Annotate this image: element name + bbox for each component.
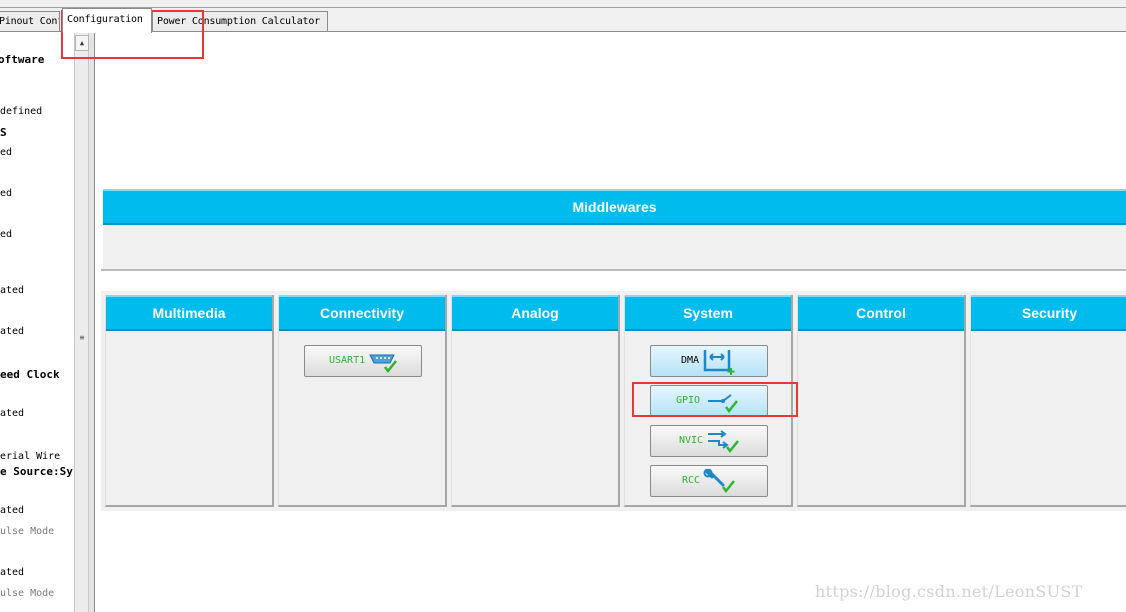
category-header: Multimedia: [106, 295, 272, 331]
tab-pinout-configuration[interactable]: Pinout Configuration: [0, 11, 60, 31]
tree-item[interactable]: ed: [0, 229, 12, 240]
tree-item[interactable]: ulse Mode: [0, 588, 54, 599]
category-header: System: [625, 295, 791, 331]
category-header: Security: [971, 295, 1126, 331]
category-multimedia: Multimedia: [105, 295, 274, 507]
category-header: Control: [798, 295, 964, 331]
tree-item[interactable]: ated: [0, 326, 24, 337]
tab-label: Configuration: [67, 14, 143, 25]
highlight-box-gpio: [632, 382, 798, 417]
tree-item[interactable]: ated: [0, 567, 24, 578]
tree-item[interactable]: ated: [0, 505, 24, 516]
tree-item[interactable]: defined: [0, 106, 42, 117]
button-label: RCC: [682, 475, 701, 486]
watermark-text: https://blog.csdn.net/LeonSUST: [815, 582, 1083, 601]
categories-area: Multimedia Connectivity USART1 Analog Sy…: [101, 291, 1126, 511]
button-label: NVIC: [679, 435, 704, 446]
middlewares-header: Middlewares: [103, 189, 1126, 225]
tree-item[interactable]: ed: [0, 188, 12, 199]
nvic-arrows-check-icon: [708, 430, 739, 454]
configuration-main-area: Middlewares Multimedia Connectivity USAR…: [95, 33, 1126, 612]
tree-item[interactable]: ated: [0, 408, 24, 419]
nvic-button[interactable]: NVIC: [650, 425, 768, 457]
middlewares-body: [103, 225, 1126, 270]
category-control: Control: [797, 295, 966, 507]
tree-item[interactable]: S: [0, 126, 7, 139]
usart1-button[interactable]: USART1: [304, 345, 422, 377]
dma-arrows-icon: [703, 350, 735, 375]
wrench-check-icon: [703, 469, 735, 494]
scroll-grip-icon[interactable]: ≡: [77, 330, 87, 346]
category-header: Analog: [452, 295, 618, 331]
category-analog: Analog: [451, 295, 620, 507]
serial-port-check-icon: [369, 354, 397, 374]
dma-button[interactable]: DMA: [650, 345, 768, 377]
tab-configuration[interactable]: Configuration: [62, 8, 152, 33]
rcc-button[interactable]: RCC: [650, 465, 768, 497]
tree-item[interactable]: eed Clock: [0, 368, 60, 381]
tree-item[interactable]: erial Wire: [0, 451, 60, 462]
left-tree-panel: oftware defined S ed ed ed ated ated eed…: [0, 33, 74, 612]
tree-item[interactable]: oftware: [0, 53, 44, 66]
category-security: Security: [970, 295, 1126, 507]
left-panel-scrollbar[interactable]: ▲ ≡: [74, 33, 89, 612]
tree-item[interactable]: e Source:Sy: [0, 465, 73, 478]
window-top-strip: [0, 0, 1126, 8]
tree-item[interactable]: ed: [0, 147, 12, 158]
section-divider: [101, 269, 1126, 271]
tree-item[interactable]: ated: [0, 285, 24, 296]
category-header: Connectivity: [279, 295, 445, 331]
tab-label: Pinout Configuration: [0, 16, 59, 27]
button-label: DMA: [681, 355, 700, 366]
tree-item[interactable]: ulse Mode: [0, 526, 54, 537]
button-label: USART1: [329, 355, 366, 366]
category-connectivity: Connectivity USART1: [278, 295, 447, 507]
